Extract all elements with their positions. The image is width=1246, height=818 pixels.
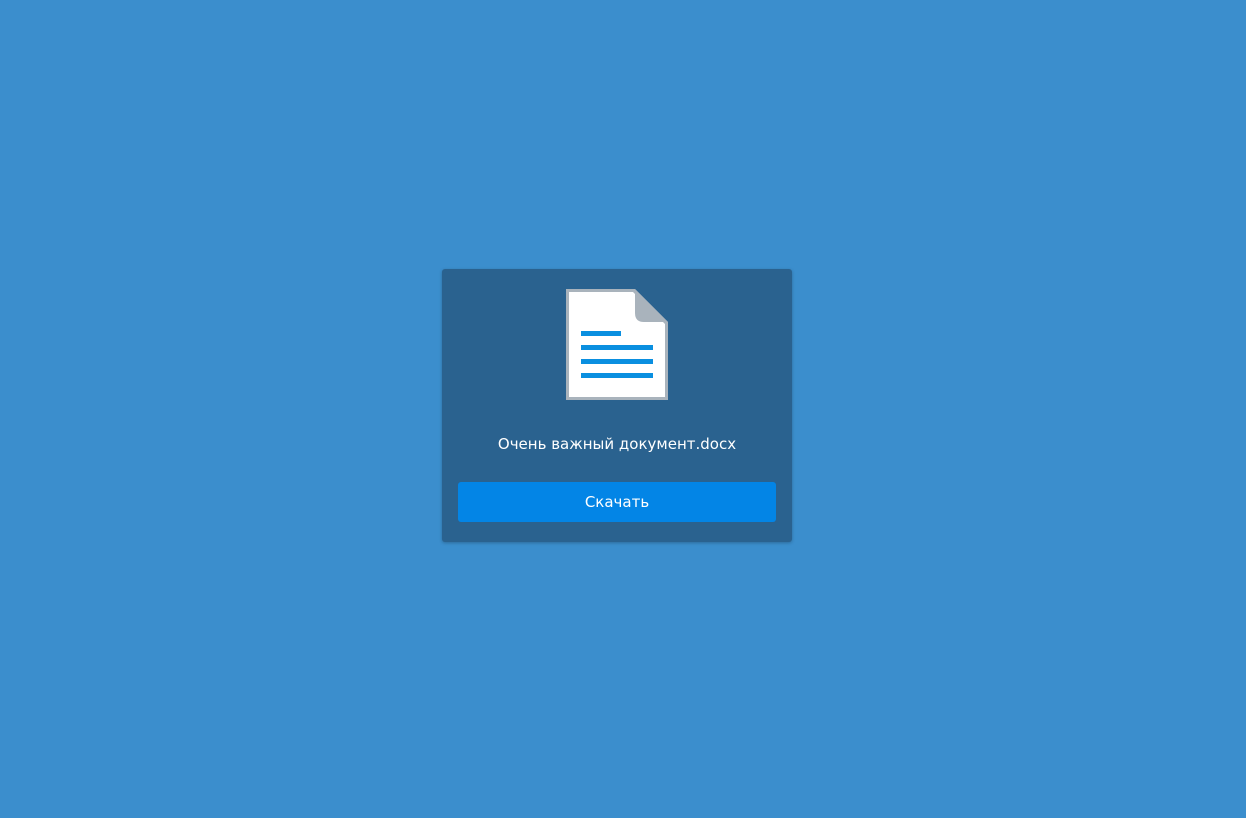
document-icon bbox=[564, 287, 670, 402]
file-download-card: Очень важный документ.docx Скачать bbox=[442, 269, 792, 542]
file-name: Очень важный документ.docx bbox=[497, 435, 737, 453]
download-button[interactable]: Скачать bbox=[458, 482, 776, 522]
